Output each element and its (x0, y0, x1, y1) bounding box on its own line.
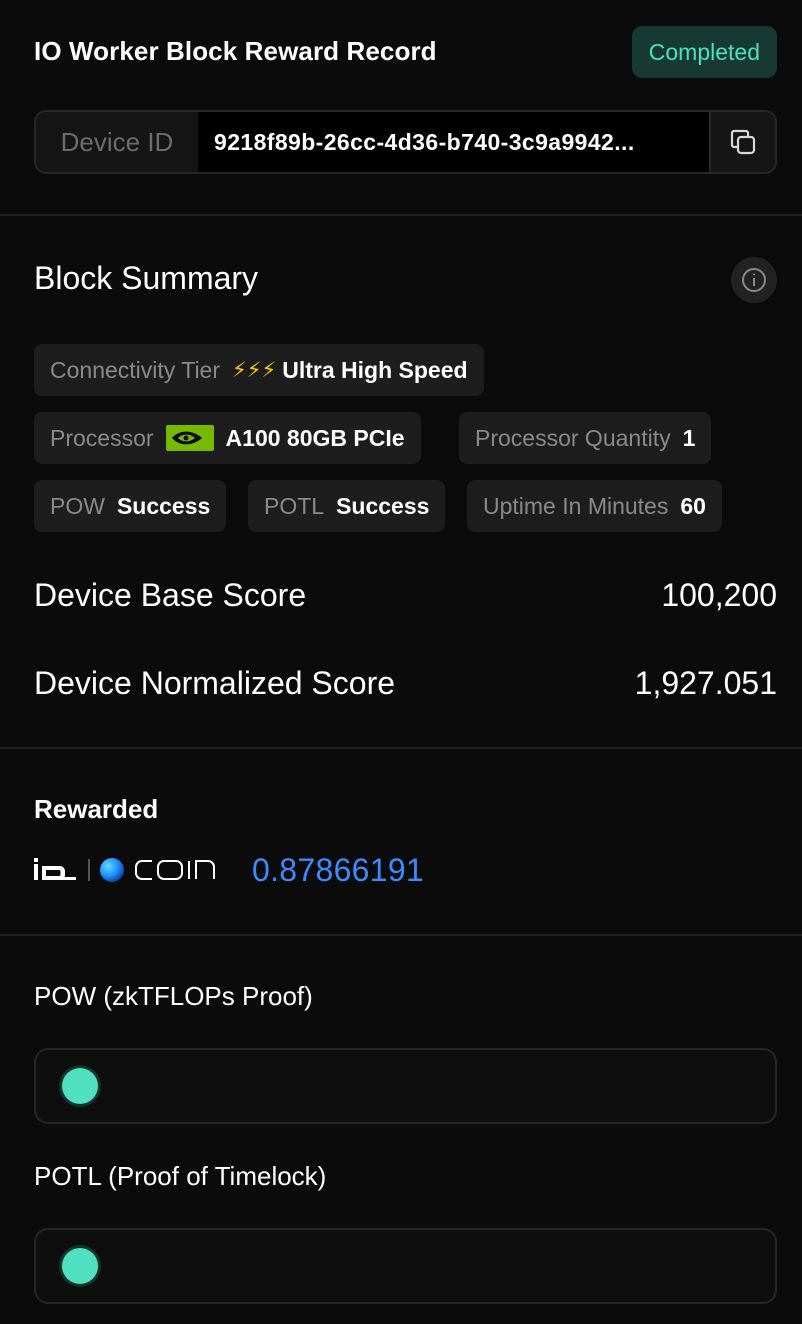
potl-label: POTL (264, 492, 325, 519)
info-icon (742, 268, 766, 292)
connectivity-tier-label: Connectivity Tier (50, 356, 221, 383)
pow-label: POW (50, 492, 105, 519)
reward-amount: 0.87866191 (252, 851, 425, 888)
potl-proof-box[interactable] (34, 1228, 777, 1304)
copy-button[interactable] (709, 112, 775, 172)
device-id-value[interactable]: 9218f89b-26cc-4d36-b740-3c9a9942... (198, 112, 710, 172)
pow-status-dot (62, 1068, 98, 1104)
info-button[interactable] (731, 257, 777, 303)
nvidia-icon (165, 425, 214, 451)
normalized-score-row: Device Normalized Score 1,927.051 (34, 665, 777, 702)
pow-chip: POW Success (34, 480, 227, 532)
divider (0, 934, 802, 936)
uptime-value: 60 (680, 492, 706, 519)
reward-row: 0.87866191 (34, 850, 424, 890)
uptime-label: Uptime In Minutes (483, 492, 669, 519)
processor-label: Processor (50, 424, 154, 451)
lightning-icon: ⚡⚡⚡ (232, 358, 277, 382)
rewarded-title: Rewarded (34, 794, 159, 824)
connectivity-tier-chip: Connectivity Tier ⚡⚡⚡ Ultra High Speed (34, 344, 484, 396)
potl-chip: POTL Success (248, 480, 446, 532)
normalized-score-label: Device Normalized Score (34, 665, 396, 701)
block-summary-title: Block Summary (34, 260, 259, 296)
status-badge: Completed (631, 26, 777, 78)
potl-proof-title: POTL (Proof of Timelock) (34, 1161, 327, 1191)
base-score-row: Device Base Score 100,200 (34, 577, 777, 614)
device-id-field: Device ID 9218f89b-26cc-4d36-b740-3c9a99… (34, 110, 777, 174)
processor-chip: Processor A100 80GB PCIe (34, 412, 421, 464)
processor-value: A100 80GB PCIe (225, 424, 405, 451)
processor-quantity-value: 1 (682, 424, 696, 451)
potl-status-dot (62, 1248, 98, 1284)
pow-value: Success (116, 492, 211, 519)
base-score-value: 100,200 (661, 577, 777, 613)
device-id-label: Device ID (60, 127, 174, 157)
divider (0, 214, 802, 216)
pow-proof-title: POW (zkTFLOPs Proof) (34, 981, 313, 1011)
divider (0, 747, 802, 749)
copy-icon (730, 129, 756, 155)
page-title: IO Worker Block Reward Record (34, 36, 437, 66)
normalized-score-value: 1,927.051 (634, 665, 777, 701)
pow-proof-box[interactable] (34, 1048, 777, 1124)
processor-quantity-label: Processor Quantity (475, 424, 671, 451)
base-score-label: Device Base Score (34, 577, 307, 613)
connectivity-tier-value: Ultra High Speed (282, 356, 468, 383)
potl-value: Success (336, 492, 430, 519)
processor-quantity-chip: Processor Quantity 1 (459, 412, 712, 464)
io-coin-logo (34, 858, 215, 882)
header: IO Worker Block Reward Record Completed (34, 26, 777, 78)
uptime-chip: Uptime In Minutes 60 (467, 480, 722, 532)
